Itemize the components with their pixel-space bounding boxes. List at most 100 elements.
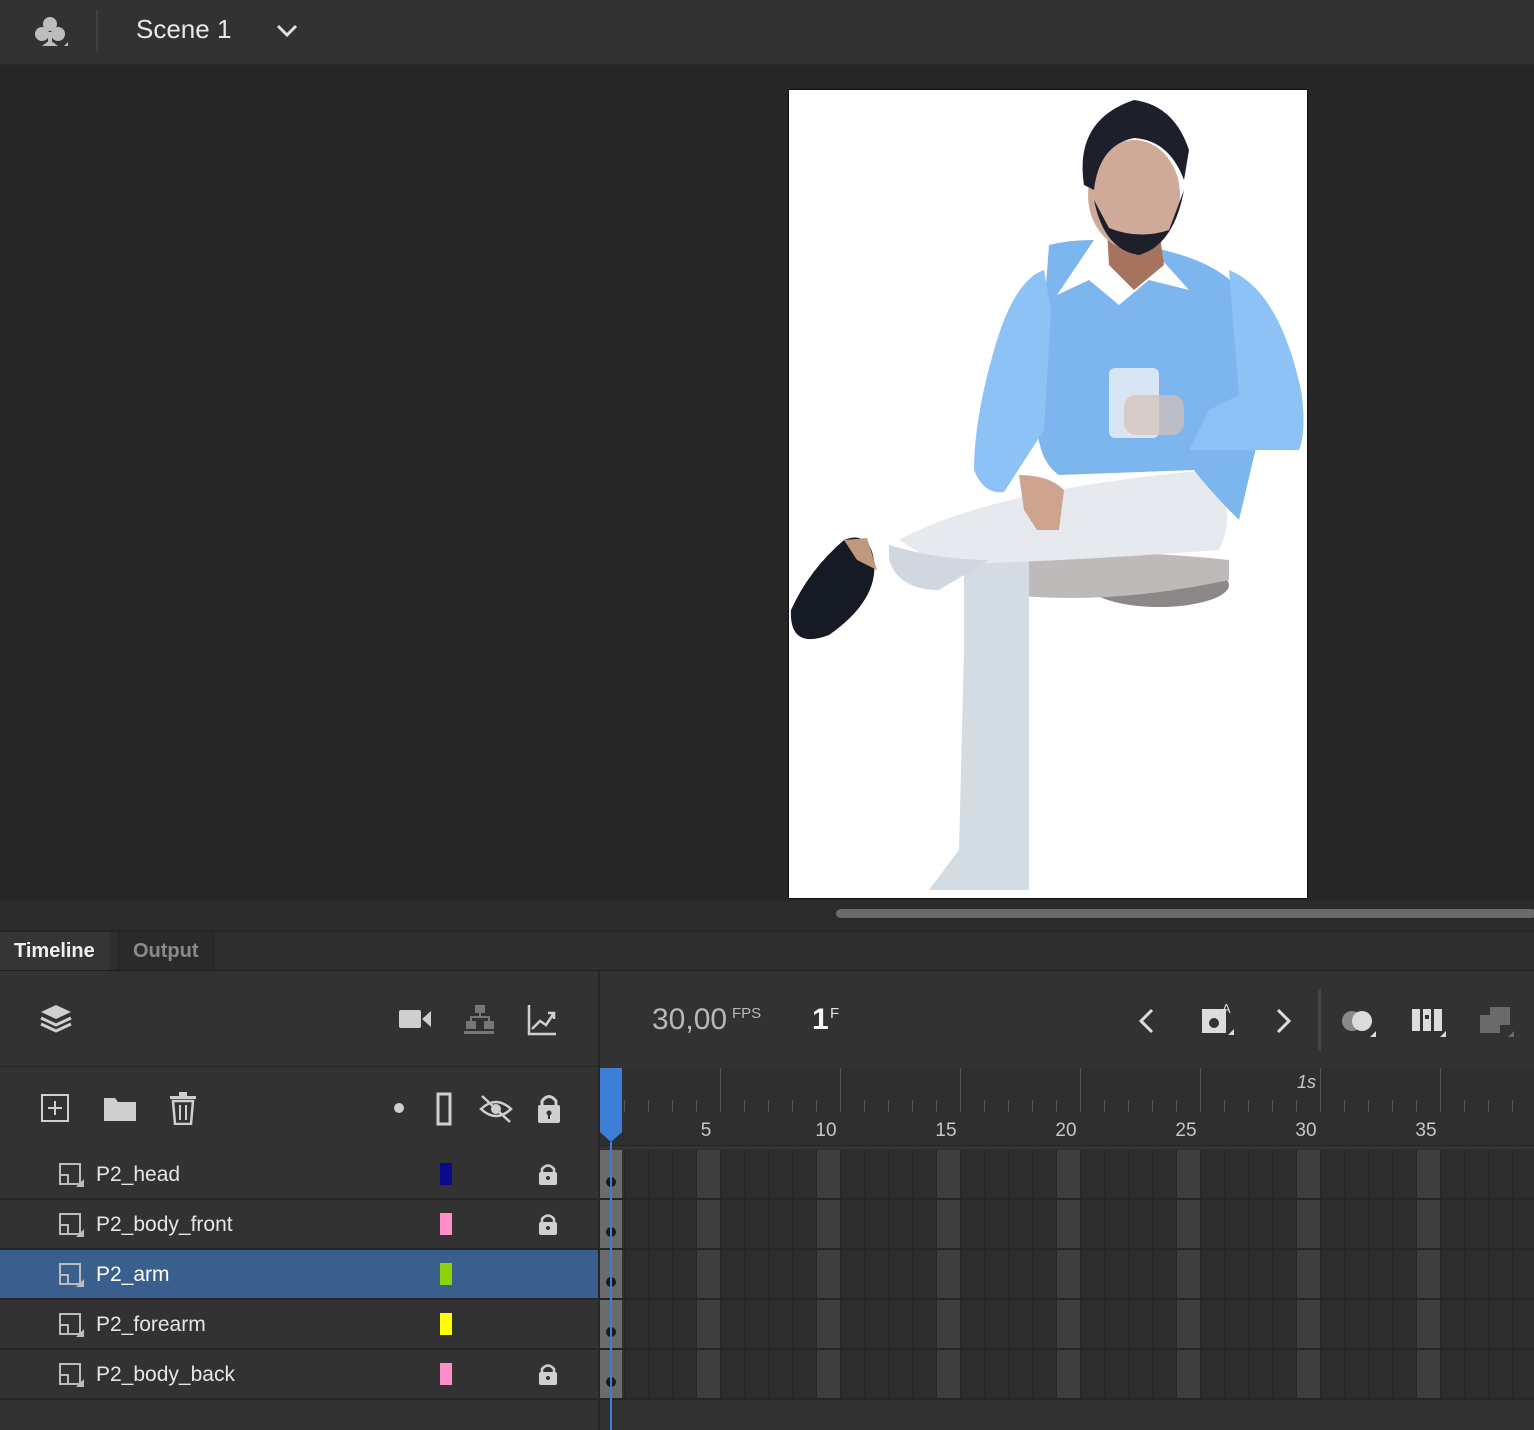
frame-cell[interactable] xyxy=(960,1150,984,1198)
frame-cell[interactable] xyxy=(984,1250,1008,1298)
frame-cell[interactable] xyxy=(1152,1150,1176,1198)
frame-cell[interactable] xyxy=(1416,1350,1440,1398)
onion-skin-icon[interactable] xyxy=(1340,1007,1378,1039)
frame-cell[interactable] xyxy=(1224,1200,1248,1248)
frame-cell[interactable] xyxy=(1128,1150,1152,1198)
frame-ruler[interactable]: 1s 5 10 15 20 25 30 35 xyxy=(600,1068,1534,1146)
tab-timeline[interactable]: Timeline xyxy=(0,932,109,970)
frame-cell[interactable] xyxy=(744,1150,768,1198)
frame-cell[interactable] xyxy=(1056,1200,1080,1248)
frame-cell[interactable] xyxy=(840,1200,864,1248)
frame-cell[interactable] xyxy=(1224,1250,1248,1298)
lock-icon[interactable] xyxy=(537,1162,559,1186)
edit-multiple-frames-icon[interactable] xyxy=(1410,1007,1448,1039)
frame-cell[interactable] xyxy=(1368,1150,1392,1198)
frame-cell[interactable] xyxy=(1200,1350,1224,1398)
frame-cell[interactable] xyxy=(816,1200,840,1248)
frame-cell[interactable] xyxy=(1320,1350,1344,1398)
frame-cell[interactable] xyxy=(648,1350,672,1398)
layer-name[interactable]: P2_forearm xyxy=(96,1313,206,1337)
frame-cell[interactable] xyxy=(1272,1300,1296,1348)
frame-cell[interactable] xyxy=(1440,1200,1464,1248)
frame-cell[interactable] xyxy=(1080,1300,1104,1348)
layer-color-swatch[interactable] xyxy=(440,1263,452,1285)
frame-cell[interactable] xyxy=(1392,1250,1416,1298)
frame-cell[interactable] xyxy=(744,1300,768,1348)
frame-cell[interactable] xyxy=(888,1350,912,1398)
frame-cell[interactable] xyxy=(1416,1200,1440,1248)
frame-cell[interactable] xyxy=(816,1300,840,1348)
frame-cell[interactable] xyxy=(1416,1250,1440,1298)
graph-icon[interactable] xyxy=(526,1003,558,1037)
frame-cell[interactable] xyxy=(720,1200,744,1248)
frame-cell[interactable] xyxy=(696,1200,720,1248)
frame-cell[interactable] xyxy=(936,1150,960,1198)
frame-cell[interactable] xyxy=(1272,1350,1296,1398)
frame-cell[interactable] xyxy=(1032,1250,1056,1298)
fps-value[interactable]: 30,00 xyxy=(652,1003,727,1037)
frame-row[interactable] xyxy=(600,1350,1534,1400)
frame-cell[interactable] xyxy=(768,1350,792,1398)
frame-cell[interactable] xyxy=(1320,1200,1344,1248)
club-icon[interactable] xyxy=(30,12,70,52)
frame-cell[interactable] xyxy=(1152,1350,1176,1398)
frame-cell[interactable] xyxy=(840,1150,864,1198)
layer-depth-icon[interactable] xyxy=(462,1003,498,1039)
frame-cell[interactable] xyxy=(984,1200,1008,1248)
frame-cell[interactable] xyxy=(768,1150,792,1198)
frame-cell[interactable] xyxy=(1368,1350,1392,1398)
frame-cell[interactable] xyxy=(1416,1300,1440,1348)
frame-cell[interactable] xyxy=(888,1150,912,1198)
layer-name[interactable]: P2_body_front xyxy=(96,1213,233,1237)
frame-cell[interactable] xyxy=(1464,1250,1488,1298)
dot-icon[interactable] xyxy=(392,1101,406,1115)
frame-cell[interactable] xyxy=(1128,1300,1152,1348)
layers-icon[interactable] xyxy=(38,1001,74,1037)
frame-cell[interactable] xyxy=(1128,1350,1152,1398)
frame-cell[interactable] xyxy=(1344,1150,1368,1198)
frame-cell[interactable] xyxy=(1344,1250,1368,1298)
frame-cell[interactable] xyxy=(1200,1250,1224,1298)
frame-cell[interactable] xyxy=(1512,1300,1534,1348)
frame-cell[interactable] xyxy=(1200,1150,1224,1198)
frame-cell[interactable] xyxy=(984,1150,1008,1198)
frame-cell[interactable] xyxy=(696,1150,720,1198)
frame-cell[interactable] xyxy=(960,1250,984,1298)
frame-cell[interactable] xyxy=(1008,1350,1032,1398)
frame-cell[interactable] xyxy=(1416,1150,1440,1198)
layer-name[interactable]: P2_arm xyxy=(96,1263,170,1287)
frame-cell[interactable] xyxy=(1152,1250,1176,1298)
add-layer-icon[interactable] xyxy=(40,1093,70,1123)
frame-cell[interactable] xyxy=(1152,1200,1176,1248)
scene-name[interactable]: Scene 1 xyxy=(136,14,231,45)
outline-icon[interactable] xyxy=(434,1092,454,1126)
frame-cell[interactable] xyxy=(696,1250,720,1298)
frame-cell[interactable] xyxy=(1080,1200,1104,1248)
frame-cell[interactable] xyxy=(1104,1300,1128,1348)
frame-cell[interactable] xyxy=(1320,1300,1344,1348)
frame-cell[interactable] xyxy=(1320,1150,1344,1198)
loop-icon[interactable] xyxy=(1478,1005,1516,1039)
frame-cell[interactable] xyxy=(648,1300,672,1348)
folder-icon[interactable] xyxy=(102,1093,138,1123)
frame-cell[interactable] xyxy=(672,1200,696,1248)
frame-cell[interactable] xyxy=(1200,1300,1224,1348)
lock-icon[interactable] xyxy=(536,1092,562,1124)
frame-cell[interactable] xyxy=(1176,1250,1200,1298)
frame-cell[interactable] xyxy=(1008,1200,1032,1248)
frame-cell[interactable] xyxy=(1296,1200,1320,1248)
frame-cell[interactable] xyxy=(912,1250,936,1298)
frame-cell[interactable] xyxy=(936,1200,960,1248)
frame-cell[interactable] xyxy=(1368,1200,1392,1248)
frame-cell[interactable] xyxy=(1392,1150,1416,1198)
layer-color-swatch[interactable] xyxy=(440,1163,452,1185)
frame-cell[interactable] xyxy=(840,1350,864,1398)
frame-cell[interactable] xyxy=(816,1150,840,1198)
frame-cell[interactable] xyxy=(1488,1250,1512,1298)
frame-cell[interactable] xyxy=(1224,1350,1248,1398)
frame-cell[interactable] xyxy=(1176,1350,1200,1398)
frame-cell[interactable] xyxy=(1272,1150,1296,1198)
frame-cell[interactable] xyxy=(672,1300,696,1348)
frame-cell[interactable] xyxy=(1248,1250,1272,1298)
frame-cell[interactable] xyxy=(1248,1200,1272,1248)
